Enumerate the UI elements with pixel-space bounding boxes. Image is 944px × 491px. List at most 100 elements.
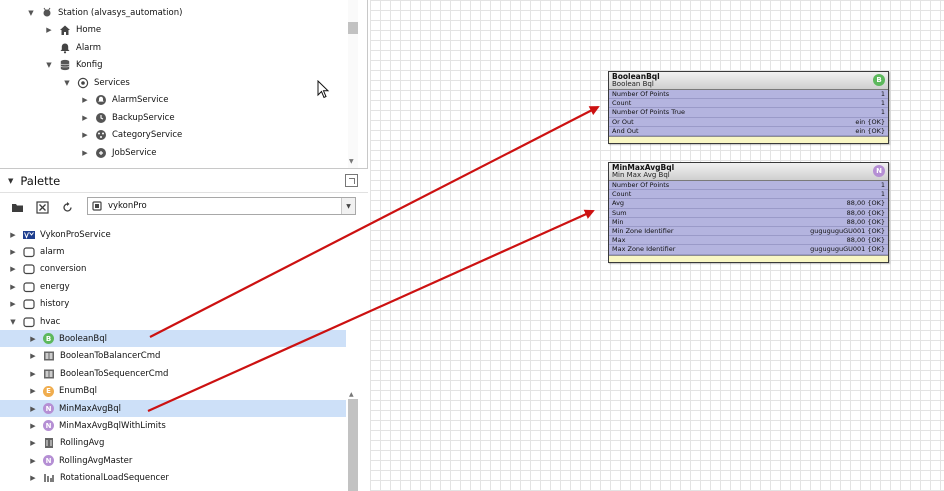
component-footer bbox=[609, 135, 888, 143]
palette-item-label: alarm bbox=[40, 246, 65, 257]
component-slot[interactable]: Number Of Points 1 bbox=[609, 181, 888, 191]
chevron-right-icon[interactable]: ▶ bbox=[28, 387, 38, 395]
chevron-right-icon[interactable]: ▶ bbox=[8, 265, 18, 273]
component-slot[interactable]: Min 88,00 {OK} bbox=[609, 218, 888, 227]
component-slot[interactable]: Avg 88,00 {OK} bbox=[609, 199, 888, 209]
palette-item-label: BooleanToBalancerCmd bbox=[60, 351, 161, 362]
chevron-right-icon[interactable]: ▶ bbox=[28, 422, 38, 430]
boolean-b-icon: B bbox=[873, 74, 885, 86]
chevron-right-icon[interactable]: ▶ bbox=[80, 149, 90, 157]
palette-scroll-up-icon[interactable]: ▲ bbox=[349, 391, 354, 398]
component-slot[interactable]: Sum 88,00 {OK} bbox=[609, 209, 888, 218]
nav-tree-item[interactable]: ▶ JobService bbox=[80, 144, 157, 161]
nav-tree-item[interactable]: ▼ Station (alvasys_automation) bbox=[26, 4, 182, 21]
refresh-icon[interactable] bbox=[59, 199, 75, 215]
slot-name: Count bbox=[612, 190, 632, 199]
chevron-down-icon[interactable]: ▼ bbox=[341, 198, 355, 214]
nav-tree-item[interactable]: Alarm bbox=[44, 39, 101, 56]
slot-value: 1 bbox=[880, 190, 885, 199]
chevron-down-icon[interactable]: ▼ bbox=[26, 9, 36, 17]
chevron-right-icon[interactable]: ▶ bbox=[8, 248, 18, 256]
component-header: MinMaxAvgBql Min Max Avg Bql N bbox=[609, 163, 888, 181]
folder-icon bbox=[23, 281, 35, 293]
nav-tree-item[interactable]: ▼ Services bbox=[62, 74, 130, 91]
palette-item[interactable]: ▶ RollingAvg bbox=[0, 435, 346, 452]
slot-name: Max Zone Identifier bbox=[612, 245, 676, 254]
wire-sheet[interactable]: BooleanBql Boolean Bql B Number Of Point… bbox=[370, 0, 944, 491]
nav-tree-item[interactable]: ▼ Konfig bbox=[44, 57, 103, 74]
close-palette-icon[interactable] bbox=[34, 199, 50, 215]
chevron-right-icon[interactable]: ▶ bbox=[28, 352, 38, 360]
slot-name: Sum bbox=[612, 208, 627, 217]
slot-value: 1 bbox=[880, 90, 885, 99]
palette-item[interactable]: ▶ N MinMaxAvgBql bbox=[0, 400, 346, 417]
chevron-right-icon[interactable]: ▶ bbox=[8, 283, 18, 291]
component-slot[interactable]: And Out ein {OK} bbox=[609, 127, 888, 136]
component-slots: Number Of Points 1 Count 1 Number Of Points … bbox=[609, 90, 888, 136]
palette-item[interactable]: ▶ RotationalLoadSequencer bbox=[0, 470, 346, 487]
palette-item[interactable]: ▶ energy bbox=[0, 278, 346, 295]
chevron-right-icon[interactable]: ▶ bbox=[28, 335, 38, 343]
chevron-right-icon[interactable]: ▶ bbox=[28, 370, 38, 378]
chevron-down-icon[interactable]: ▼ bbox=[44, 61, 54, 69]
palette-item[interactable]: ▼ hvac bbox=[0, 313, 346, 330]
chevron-down-icon[interactable]: ▼ bbox=[8, 318, 18, 326]
chevron-right-icon[interactable]: ▶ bbox=[8, 231, 18, 239]
palette-item[interactable]: ▶ BooleanToBalancerCmd bbox=[0, 348, 346, 365]
slot-name: Or Out bbox=[612, 117, 634, 126]
palette-item[interactable]: ▶ BooleanToSequencerCmd bbox=[0, 365, 346, 382]
component-slot[interactable]: Max Zone Identifier guguguguGU001 {OK} bbox=[609, 245, 888, 255]
alarm-service-icon bbox=[95, 94, 107, 106]
chevron-right-icon[interactable]: ▶ bbox=[44, 26, 54, 34]
nav-tree-item[interactable]: ▶ AlarmService bbox=[80, 92, 168, 109]
chevron-right-icon[interactable]: ▶ bbox=[28, 474, 38, 482]
nav-tree-label: JobService bbox=[112, 147, 157, 158]
palette-maximize-icon[interactable] bbox=[345, 174, 358, 187]
component-icon bbox=[43, 350, 55, 362]
nav-scrollbar-thumb[interactable] bbox=[348, 22, 358, 34]
module-select-value: vykonPro bbox=[108, 201, 147, 211]
component-slot[interactable]: Max 88,00 {OK} bbox=[609, 236, 888, 246]
palette-collapse-icon[interactable]: ▼ bbox=[8, 177, 13, 185]
component-minmaxavgbql[interactable]: MinMaxAvgBql Min Max Avg Bql N Number Of… bbox=[608, 162, 889, 263]
nav-tree-label: Alarm bbox=[76, 42, 102, 53]
chevron-right-icon[interactable]: ▶ bbox=[28, 457, 38, 465]
component-slot[interactable]: Count 1 bbox=[609, 190, 888, 200]
palette-item-label: RollingAvgMaster bbox=[59, 455, 133, 466]
nav-tree-item[interactable]: ▶ Home bbox=[44, 22, 101, 39]
component-slot[interactable]: Number Of Points True 1 bbox=[609, 108, 888, 118]
palette-item[interactable]: ▶ history bbox=[0, 296, 346, 313]
chevron-down-icon[interactable]: ▼ bbox=[62, 79, 72, 87]
left-panel: ▼ Station (alvasys_automation) ▶ Home Alarm ▼… bbox=[0, 0, 368, 491]
chevron-right-icon[interactable]: ▶ bbox=[80, 114, 90, 122]
palette-item[interactable]: ▶ conversion bbox=[0, 261, 346, 278]
nav-tree-item[interactable]: ▶ CategoryService bbox=[80, 127, 182, 144]
home-icon bbox=[59, 24, 71, 36]
component-slot[interactable]: Number Of Points 1 bbox=[609, 90, 888, 100]
component-slot[interactable]: Or Out ein {OK} bbox=[609, 118, 888, 127]
slot-name: Avg bbox=[612, 199, 625, 208]
chevron-right-icon[interactable]: ▶ bbox=[80, 131, 90, 139]
open-folder-icon[interactable] bbox=[9, 199, 25, 215]
palette-item[interactable]: ▶ E EnumBql bbox=[0, 383, 346, 400]
chevron-right-icon[interactable]: ▶ bbox=[8, 300, 18, 308]
component-slot[interactable]: Min Zone Identifier guguguguGU001 {OK} bbox=[609, 227, 888, 237]
chevron-right-icon[interactable]: ▶ bbox=[80, 96, 90, 104]
palette-item-label: MinMaxAvgBqlWithLimits bbox=[59, 420, 166, 431]
palette-item[interactable]: ▶ B BooleanBql bbox=[0, 330, 346, 348]
palette-scrollbar-thumb[interactable] bbox=[348, 399, 358, 491]
nav-tree-item[interactable]: ▶ BackupService bbox=[80, 109, 175, 126]
palette-item[interactable]: ▶ alarm bbox=[0, 243, 346, 260]
nav-scroll-down-icon[interactable]: ▼ bbox=[349, 158, 354, 165]
palette-item[interactable]: ▶ N MinMaxAvgBqlWithLimits bbox=[0, 417, 346, 434]
chevron-right-icon[interactable]: ▶ bbox=[28, 405, 38, 413]
component-booleanbql[interactable]: BooleanBql Boolean Bql B Number Of Point… bbox=[608, 71, 889, 144]
palette-item-label: RollingAvg bbox=[60, 438, 105, 449]
palette-header: ▼ Palette bbox=[0, 169, 368, 193]
palette-item[interactable]: ▶ N RollingAvgMaster bbox=[0, 452, 346, 469]
component-slot[interactable]: Count 1 bbox=[609, 99, 888, 109]
slot-value: 1 bbox=[880, 108, 885, 117]
chevron-right-icon[interactable]: ▶ bbox=[28, 439, 38, 447]
module-select[interactable]: vykonPro ▼ bbox=[87, 197, 356, 215]
palette-item[interactable]: ▶ VykonProService bbox=[0, 226, 346, 243]
